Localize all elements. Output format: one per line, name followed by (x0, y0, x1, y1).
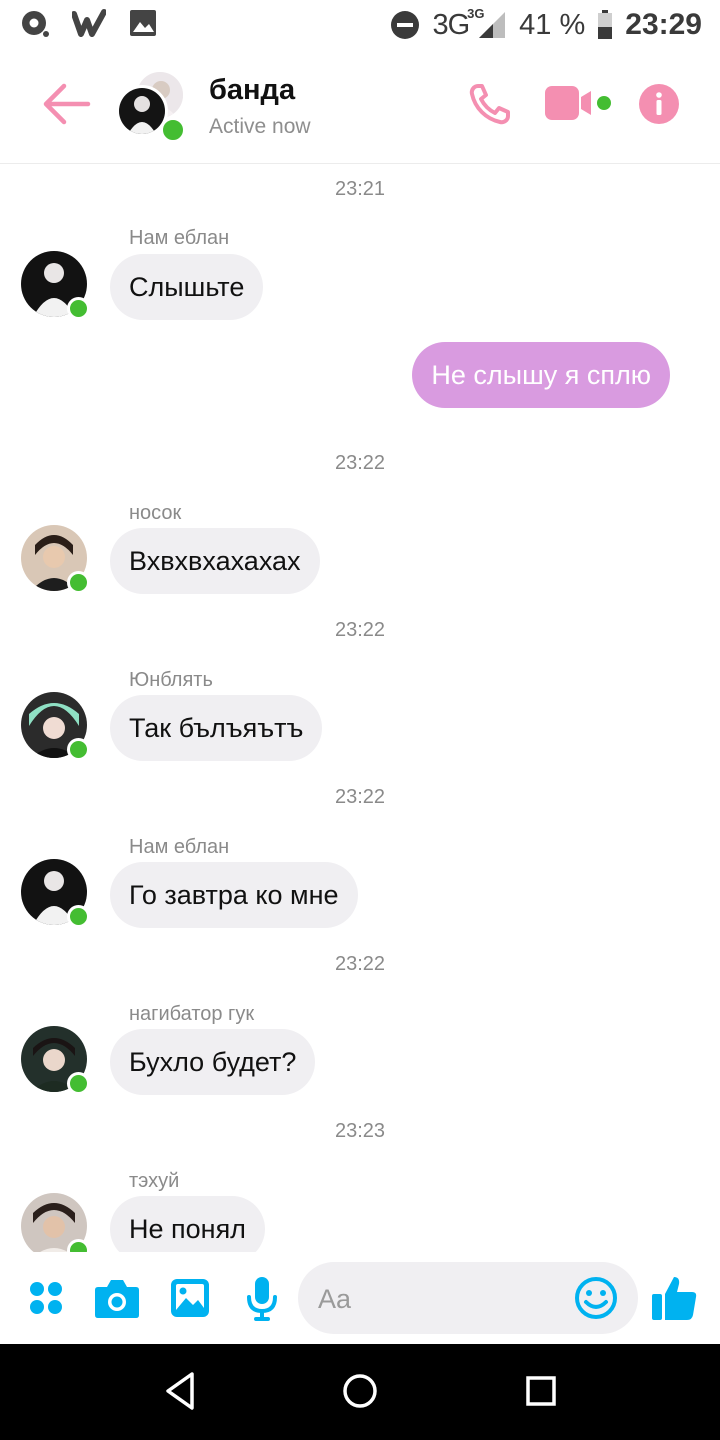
apps-grid-icon[interactable] (28, 1280, 64, 1316)
image-icon (130, 10, 156, 36)
message-bubble-outgoing[interactable]: Не слышу я сплю (412, 342, 670, 408)
recents-square-icon[interactable] (518, 1368, 564, 1414)
group-avatar[interactable] (116, 69, 188, 143)
message-timestamp: 23:23 (334, 1120, 386, 1142)
presence-status: Active now (209, 115, 311, 138)
message-bubble-incoming[interactable]: Так бълъяътъ (110, 695, 323, 761)
sender-name: тэхуй (129, 1170, 180, 1192)
sender-name: Юнблять (129, 669, 213, 691)
message-timestamp: 23:22 (334, 452, 386, 474)
network-type: 3G (432, 8, 470, 41)
sender-avatar[interactable] (21, 859, 90, 928)
message-thread[interactable]: 23:21 Нам еблан Слышьте Не слышу я сплю … (0, 164, 720, 1252)
message-bubble-incoming[interactable]: Бухло будет? (110, 1029, 316, 1095)
sender-name: носок (129, 502, 182, 524)
message-input-wrapper (298, 1262, 638, 1336)
camera-icon[interactable] (94, 1277, 140, 1319)
home-circle-icon[interactable] (337, 1368, 383, 1414)
online-indicator (67, 738, 90, 761)
thumbs-up-icon[interactable] (650, 1274, 698, 1322)
system-navigation-bar (0, 1344, 720, 1440)
clock: 23:29 (625, 8, 702, 41)
message-timestamp: 23:22 (334, 786, 386, 808)
message-timestamp: 23:21 (334, 178, 386, 200)
signal-icon: 3G (467, 6, 507, 40)
sender-name: нагибатор гук (129, 1003, 255, 1025)
message-input[interactable] (316, 1262, 570, 1336)
message-timestamp: 23:22 (334, 953, 386, 975)
online-indicator (67, 905, 90, 928)
emoji-icon[interactable] (574, 1276, 618, 1320)
back-arrow-icon[interactable] (40, 82, 92, 126)
online-indicator (67, 1072, 90, 1095)
online-indicator (67, 1239, 90, 1252)
info-icon[interactable] (638, 83, 680, 125)
message-timestamp: 23:22 (334, 619, 386, 641)
battery-level: 41 % (519, 8, 586, 41)
sender-avatar[interactable] (21, 1193, 90, 1252)
sender-avatar[interactable] (21, 525, 90, 594)
record-icon (22, 11, 49, 37)
microphone-icon[interactable] (246, 1276, 278, 1322)
conversation-title: банда (209, 74, 296, 106)
sender-avatar[interactable] (21, 1026, 90, 1095)
gallery-icon[interactable] (170, 1278, 210, 1318)
message-composer (0, 1252, 720, 1344)
message-bubble-incoming[interactable]: Не понял (110, 1196, 265, 1252)
dnd-icon (391, 11, 420, 39)
sender-name: Нам еблан (129, 836, 230, 858)
wattpad-icon (72, 9, 106, 37)
message-bubble-incoming[interactable]: Го завтра ко мне (110, 862, 358, 928)
phone-icon[interactable] (466, 82, 512, 128)
message-bubble-incoming[interactable]: Слышьте (110, 254, 264, 320)
conversation-header: банда Active now (0, 50, 720, 164)
sender-avatar[interactable] (21, 692, 90, 761)
online-indicator (160, 117, 186, 143)
status-bar: 3G 3G 41 % 23:29 (0, 0, 720, 50)
sender-avatar[interactable] (21, 251, 90, 320)
sender-name: Нам еблан (129, 227, 230, 249)
message-bubble-incoming[interactable]: Вхвхвхахахах (110, 528, 320, 594)
video-camera-icon[interactable] (543, 84, 615, 124)
online-indicator (67, 571, 90, 594)
back-triangle-icon[interactable] (162, 1368, 198, 1414)
battery-icon (598, 10, 613, 39)
online-indicator (67, 297, 90, 320)
